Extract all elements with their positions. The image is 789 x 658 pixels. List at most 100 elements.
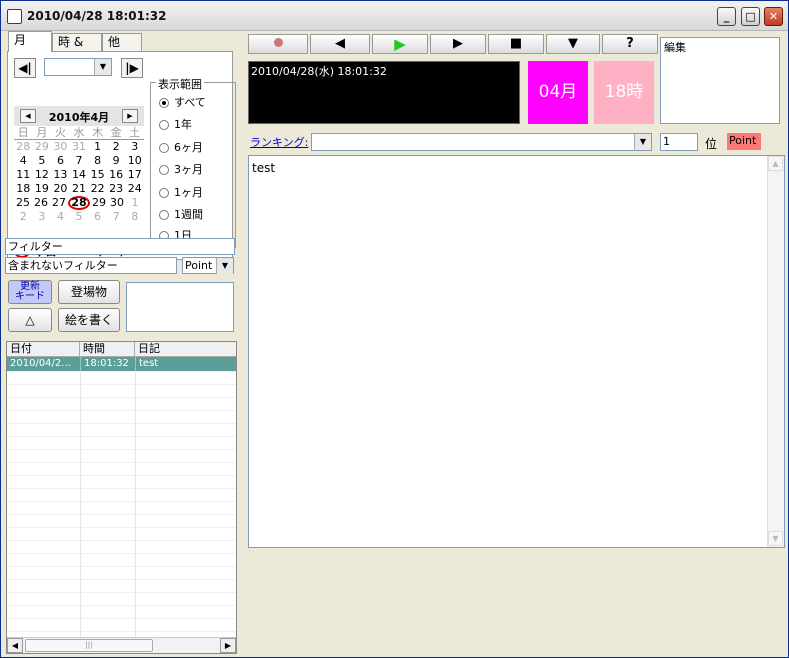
calendar-day[interactable]: 7 [107,210,126,224]
diary-editor[interactable]: test ▲ ▼ [248,155,785,548]
calendar-day[interactable]: 2 [107,140,126,154]
column-diary[interactable]: 日記 [135,342,236,356]
calendar-day[interactable]: 18 [14,182,33,196]
vertical-scrollbar[interactable]: ▲ ▼ [767,156,784,547]
next-month-button[interactable]: |▶ [121,58,143,78]
scroll-down-icon[interactable]: ▼ [768,531,783,546]
grid-line [7,462,236,463]
radio-range-3months[interactable]: 3ヶ月 [159,161,203,177]
month-box[interactable]: 04月 [528,61,588,124]
radio-range-1month[interactable]: 1ヶ月 [159,184,203,200]
tab-time-week[interactable]: 時 & 週 [52,33,102,66]
calendar-day[interactable]: 5 [33,154,52,168]
calendar-day[interactable]: 5 [70,210,89,224]
previous-button[interactable]: ◀ [310,34,370,54]
calendar-day[interactable]: 7 [70,154,89,168]
calendar-day[interactable]: 10 [125,154,144,168]
record-icon [273,38,283,47]
exclude-filter-input[interactable]: 含まれないフィルター [5,257,177,274]
filter-title-field[interactable]: フィルター [5,238,235,255]
stop-button[interactable]: ■ [488,34,544,54]
triangle-button[interactable]: △ [8,308,52,332]
horizontal-scrollbar[interactable]: ◀ ||| ▶ [7,637,236,653]
datetime-display: 2010/04/28(水) 18:01:32 [248,61,520,124]
calendar-day[interactable]: 28 [14,140,33,154]
calendar-day[interactable]: 8 [88,154,107,168]
calendar-day[interactable]: 23 [107,182,126,196]
rank-input[interactable]: 1 [660,133,698,151]
tab-month[interactable]: 月 [8,31,52,52]
play-icon: ▶ [394,35,406,53]
record-button[interactable] [248,34,308,54]
calendar-day[interactable]: 31 [70,140,89,154]
calendar-day[interactable]: 3 [33,210,52,224]
calendar-day[interactable]: 22 [88,182,107,196]
grid-line [7,514,236,515]
keyword-button[interactable]: 更新 キード [8,280,52,304]
calendar-day[interactable]: 30 [108,196,126,210]
calendar-prev-button[interactable]: ◀ [20,109,36,123]
calendar-day[interactable]: 8 [125,210,144,224]
prev-month-button[interactable]: ◀| [14,58,36,78]
radio-range-all[interactable]: すべて [159,94,206,110]
minimize-button[interactable]: _ [717,7,736,26]
column-date[interactable]: 日付 [7,342,80,356]
calendar-day[interactable]: 16 [107,168,126,182]
tab-other[interactable]: 他 [102,33,142,51]
scroll-left-icon[interactable]: ◀ [7,638,23,653]
calendar-next-button[interactable]: ▶ [122,109,138,123]
radio-range-1year[interactable]: 1年 [159,116,192,132]
draw-button[interactable]: 絵を書く [58,308,120,332]
calendar-day[interactable]: 30 [51,140,70,154]
calendar-day[interactable]: 3 [125,140,144,154]
calendar-day[interactable]: 9 [107,154,126,168]
hour-box[interactable]: 18時 [594,61,654,124]
ranking-link[interactable]: ランキング: [250,134,308,150]
radio-range-6months[interactable]: 6ヶ月 [159,139,203,155]
point-badge[interactable]: Point [727,133,761,150]
calendar-day[interactable]: 26 [32,196,50,210]
calendar-day[interactable]: 4 [51,210,70,224]
play-button[interactable]: ▶ [372,34,428,54]
radio-label: 1年 [174,118,192,131]
edit-box[interactable]: 編集 [660,37,780,124]
calendar-day[interactable]: 2 [14,210,33,224]
calendar-day[interactable]: 20 [51,182,70,196]
ranking-select[interactable]: ▼ [311,133,652,151]
calendar-day[interactable]: 12 [33,168,52,182]
calendar-day[interactable]: 17 [125,168,144,182]
calendar-day[interactable]: 29 [90,196,108,210]
characters-button[interactable]: 登場物 [58,280,120,304]
column-time[interactable]: 時間 [80,342,135,356]
help-button[interactable]: ? [602,34,658,54]
calendar-day[interactable]: 29 [33,140,52,154]
menu-dropdown-button[interactable]: ▼ [546,34,600,54]
calendar-day[interactable]: 6 [88,210,107,224]
scroll-up-icon[interactable]: ▲ [768,156,783,171]
calendar-day[interactable]: 24 [125,182,144,196]
maximize-button[interactable]: □ [741,7,760,26]
keyword-button-line2: キード [15,291,45,302]
calendar-day[interactable]: 14 [70,168,89,182]
scroll-thumb[interactable]: ||| [25,639,153,652]
calendar-day[interactable]: 4 [14,154,33,168]
calendar-day[interactable]: 25 [14,196,32,210]
calendar-day[interactable]: 27 [50,196,68,210]
calendar-day[interactable]: 6 [51,154,70,168]
scroll-right-icon[interactable]: ▶ [220,638,236,653]
point-select[interactable]: Point ▼ [182,257,234,274]
calendar-day[interactable]: 11 [14,168,33,182]
calendar-day[interactable]: 28 [68,196,90,210]
calendar-day[interactable]: 1 [126,196,144,210]
radio-range-1week[interactable]: 1週間 [159,206,203,222]
calendar-day[interactable]: 19 [33,182,52,196]
next-button[interactable]: ▶ [430,34,486,54]
table-row[interactable]: 2010/04/2... 18:01:32 test [7,357,236,371]
diary-list[interactable]: 日付 時間 日記 2010/04/2... 18:01:32 test ◀ ||… [6,341,237,654]
calendar-day[interactable]: 1 [88,140,107,154]
calendar-day[interactable]: 13 [51,168,70,182]
close-button[interactable]: ✕ [764,7,783,26]
calendar-day[interactable]: 21 [70,182,89,196]
month-select[interactable]: ▼ [44,58,112,76]
calendar-day[interactable]: 15 [88,168,107,182]
